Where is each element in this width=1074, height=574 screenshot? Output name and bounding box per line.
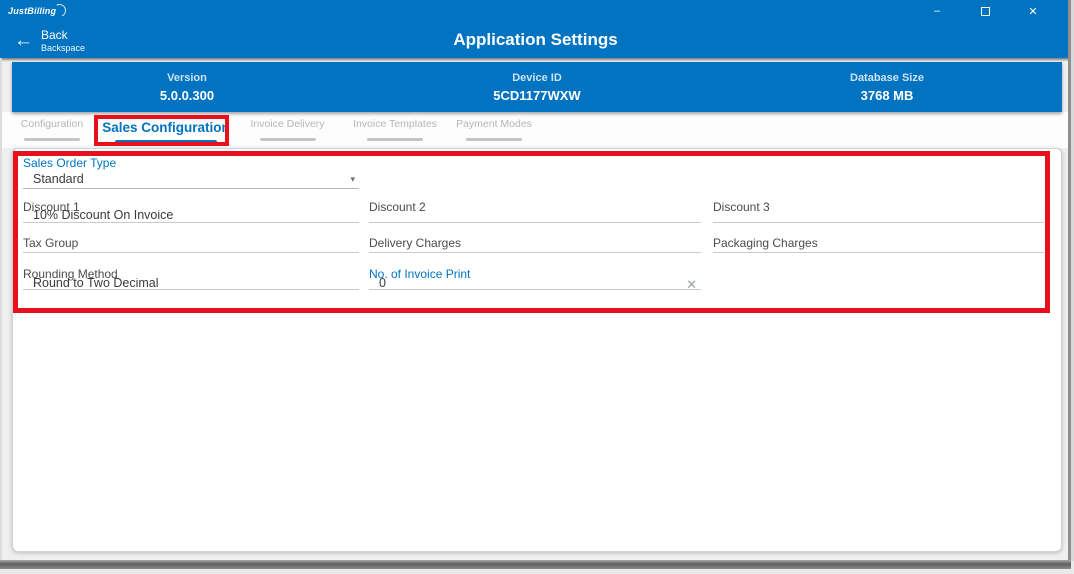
rounding-method-input[interactable] [23,278,359,290]
discount-1-input[interactable] [23,210,359,223]
discount-2-input[interactable] [369,210,701,223]
tax-group-input[interactable] [23,244,359,253]
application-window: JustBilling – ✕ ← Back Backspace Applica… [0,0,1074,574]
rounding-method-field: Rounding Method [23,267,359,297]
packaging-charges-input[interactable] [713,244,1044,253]
delivery-charges-input[interactable] [369,244,701,253]
device-id-info: Device ID 5CD1177WXW [362,62,712,112]
info-bar: Version 5.0.0.300 Device ID 5CD1177WXW D… [12,62,1062,112]
tab-invoice-delivery[interactable]: Invoice Delivery [230,118,345,141]
maximize-button[interactable] [961,0,1009,22]
device-id-value: 5CD1177WXW [493,88,580,103]
close-button[interactable]: ✕ [1009,0,1057,22]
window-frame-left [0,58,2,560]
clear-input-icon[interactable]: ✕ [686,277,697,293]
tab-underline-active [115,140,217,144]
tab-underline [367,138,423,141]
tab-payment-modes[interactable]: Payment Modes [445,118,543,141]
maximize-icon [981,7,990,16]
database-size-info: Database Size 3768 MB [712,62,1062,112]
no-of-invoice-print-input[interactable] [369,278,701,290]
discount-1-field: Discount 1 [23,200,359,230]
tab-underline [260,138,316,141]
sales-order-type-dropdown[interactable]: Standard ▾ [23,172,359,189]
window-frame-bottom [0,560,1071,569]
version-label: Version [167,72,207,84]
chevron-down-icon[interactable]: ▾ [350,174,355,185]
version-value: 5.0.0.300 [160,88,214,103]
back-button[interactable]: ← Back Backspace [10,24,85,56]
settings-tabs: Configuration Sales Configuration Invoic… [2,112,1068,148]
app-header: ← Back Backspace Application Settings [0,22,1071,58]
page-title: Application Settings [0,30,1071,50]
device-id-label: Device ID [512,72,562,84]
window-controls: – ✕ [913,0,1057,22]
back-shortcut-label: Backspace [41,43,85,53]
tab-configuration[interactable]: Configuration [2,118,102,141]
version-info: Version 5.0.0.300 [12,62,362,112]
packaging-charges-field: Packaging Charges [713,236,1044,260]
justbilling-logo: JustBilling [8,6,66,16]
title-bar: JustBilling – ✕ [0,0,1071,22]
back-arrow-icon: ← [14,26,33,56]
minimize-button[interactable]: – [913,0,961,22]
close-icon: ✕ [1028,5,1037,18]
tab-sales-configuration[interactable]: Sales Configuration [102,118,230,144]
sales-order-type-field: Sales Order Type Standard ▾ [23,156,359,201]
discount-3-input[interactable] [713,210,1044,223]
sales-order-type-label: Sales Order Type [23,156,116,170]
delivery-charges-field: Delivery Charges [369,236,701,260]
sales-order-type-value: Standard [33,172,84,186]
database-size-label: Database Size [850,72,924,84]
back-label: Back [41,29,85,43]
discount-3-field: Discount 3 [713,200,1044,230]
sales-configuration-panel: Sales Order Type Standard ▾ Discount 1 D… [12,148,1062,552]
database-size-value: 3768 MB [861,88,914,103]
no-of-invoice-print-field: No. of Invoice Print ✕ [369,267,701,297]
tab-invoice-templates[interactable]: Invoice Templates [345,118,445,141]
tax-group-field: Tax Group [23,236,359,260]
minimize-icon: – [934,5,940,17]
tab-underline [466,138,522,141]
discount-2-field: Discount 2 [369,200,701,230]
tab-underline [24,138,80,141]
